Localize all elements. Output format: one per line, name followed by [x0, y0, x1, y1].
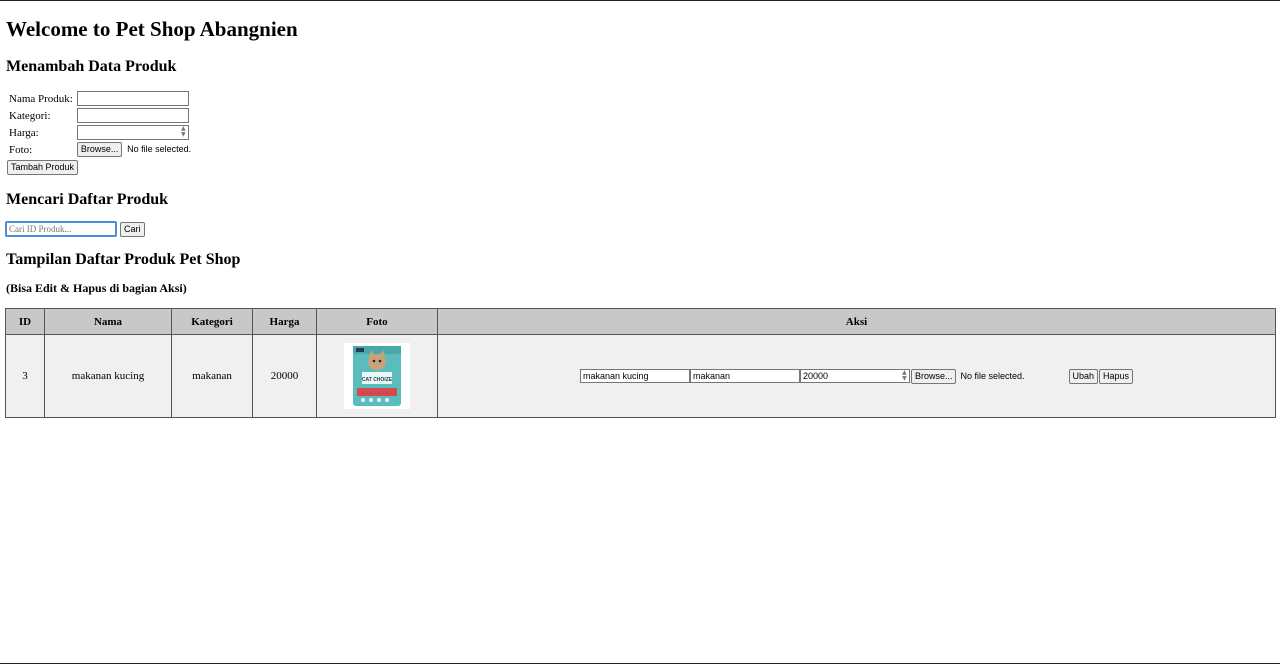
add-product-button[interactable]: Tambah Produk — [7, 160, 79, 175]
product-price-input[interactable] — [76, 125, 189, 140]
update-button[interactable]: Ubah — [1068, 368, 1099, 384]
spinner-arrows-icon[interactable]: ▲ ▼ — [179, 126, 188, 139]
name-label: Nama Produk: — [9, 92, 73, 105]
column-header-nama: Nama — [44, 308, 172, 335]
delete-button[interactable]: Hapus — [1099, 368, 1134, 384]
add-product-heading: Menambah Data Produk — [6, 58, 177, 75]
column-header-id: ID — [5, 308, 45, 335]
product-list-note: (Bisa Edit & Hapus di bagian Aksi) — [6, 281, 187, 295]
page-title: Welcome to Pet Shop Abangnien — [6, 17, 298, 41]
cell-photo: CAT CHOIZE — [316, 334, 438, 418]
cell-actions: ▲▼ Browse... No file selected. Ubah Hapu… — [437, 334, 1276, 418]
edit-category-input[interactable] — [689, 369, 800, 383]
column-header-aksi: Aksi — [437, 308, 1276, 335]
product-photo: CAT CHOIZE — [344, 343, 410, 409]
product-category-input[interactable] — [76, 108, 189, 123]
column-header-foto: Foto — [316, 308, 438, 335]
cell-price: 20000 — [252, 334, 317, 418]
edit-price-input[interactable] — [799, 369, 910, 383]
product-name-input[interactable] — [76, 91, 189, 106]
search-bar: Cari — [5, 221, 145, 237]
table-header-row: ID Nama Kategori Harga Foto Aksi — [5, 308, 1276, 335]
table-row: 3 makanan kucing makanan 20000 CAT CHOIZ… — [5, 334, 1276, 418]
edit-file-status-text: No file selected. — [960, 371, 1025, 381]
file-status-text: No file selected. — [127, 144, 192, 154]
cell-name: makanan kucing — [44, 334, 172, 418]
edit-product-form: ▲▼ Browse... No file selected. Ubah Hapu… — [579, 368, 1134, 384]
column-header-kategori: Kategori — [171, 308, 253, 335]
price-label: Harga: — [9, 126, 39, 139]
product-list-heading: Tampilan Daftar Produk Pet Shop — [6, 251, 241, 268]
spinner-arrows-icon[interactable]: ▲ ▼ — [900, 370, 909, 383]
search-button[interactable]: Cari — [120, 221, 145, 237]
edit-price-field: ▲▼ — [799, 369, 910, 383]
product-table: ID Nama Kategori Harga Foto Aksi 3 makan… — [5, 308, 1276, 418]
cat-food-pack-icon: CAT CHOIZE — [353, 346, 401, 406]
browse-photo-button[interactable]: Browse... — [76, 142, 123, 157]
edit-name-input[interactable] — [579, 369, 690, 383]
search-input[interactable] — [5, 221, 117, 237]
price-field: ▲ ▼ — [76, 125, 189, 140]
column-header-harga: Harga — [252, 308, 317, 335]
edit-browse-photo-button[interactable]: Browse... — [910, 368, 957, 384]
add-product-form: Nama Produk: Kategori: Harga: ▲ ▼ Foto: B… — [6, 89, 194, 159]
cell-category: makanan — [171, 334, 253, 418]
search-heading: Mencari Daftar Produk — [6, 191, 169, 208]
pack-brand-text: CAT CHOIZE — [362, 377, 393, 383]
category-label: Kategori: — [9, 109, 51, 122]
photo-label: Foto: — [9, 143, 33, 156]
cell-id: 3 — [5, 334, 45, 418]
